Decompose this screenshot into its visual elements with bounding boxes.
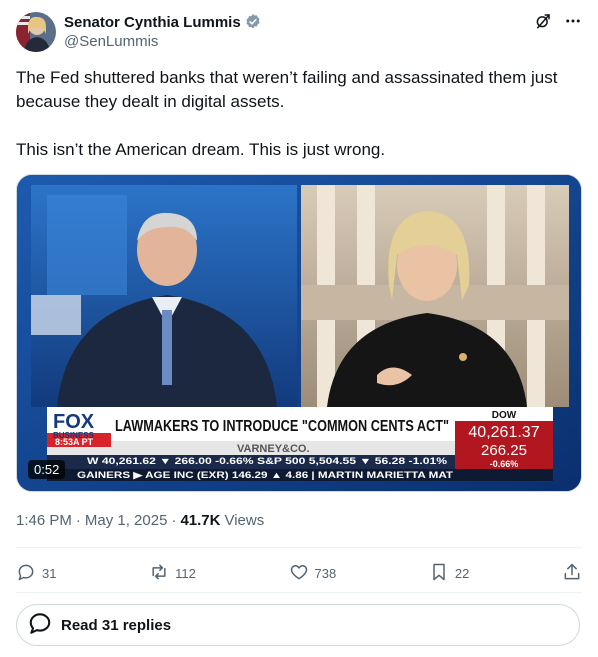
- reply-button[interactable]: 31: [16, 562, 56, 585]
- read-replies-button[interactable]: Read 31 replies: [16, 604, 580, 646]
- bookmark-count: 22: [454, 565, 470, 581]
- index-change: 266.25: [481, 442, 527, 459]
- avatar[interactable]: [16, 12, 56, 52]
- like-button[interactable]: 738: [289, 562, 337, 585]
- share-icon: [562, 562, 582, 585]
- bookmark-icon: [429, 562, 449, 585]
- tweet-meta: 1:46 PM · May 1, 2025 · 41.7K Views: [16, 512, 264, 529]
- ticker-time: 8:53A PT: [55, 437, 94, 447]
- index-label: DOW: [492, 410, 517, 421]
- video-frame: FOX BUSINESS 8:53A PT LAWMAKERS TO INTRO…: [17, 175, 581, 491]
- ticker-row2: GAINERS ▶ AGE INC (EXR) 146.29 ▲ 4.86 | …: [77, 470, 454, 480]
- tweet-paragraph: The Fed shuttered banks that weren’t fai…: [16, 68, 558, 111]
- divider: [16, 547, 582, 548]
- reply-count: 31: [42, 565, 57, 581]
- tweet-time[interactable]: 1:46 PM: [16, 512, 72, 529]
- speech-bubble-icon: [27, 610, 53, 641]
- index-value: 40,261.37: [468, 424, 539, 441]
- share-button[interactable]: [562, 562, 582, 585]
- ticker-headline: LAWMAKERS TO INTRODUCE "COMMON CENTS ACT…: [115, 418, 449, 435]
- action-bar: 31 112 738 22: [16, 558, 582, 588]
- tweet-date[interactable]: May 1, 2025: [85, 512, 168, 529]
- show-name: VARNEY&CO.: [237, 443, 310, 455]
- network-logo: FOX: [53, 411, 95, 433]
- heart-icon: [289, 562, 309, 585]
- video-duration: 0:52: [28, 460, 66, 479]
- like-count: 738: [314, 565, 337, 581]
- reply-icon: [16, 562, 36, 585]
- separator-dot: ·: [171, 512, 177, 529]
- ticker-row1: W 40,261.62 ▼ 266.00 -0.66% S&P 500 5,50…: [87, 456, 447, 466]
- author-handle[interactable]: @SenLummis: [64, 33, 158, 50]
- grok-icon[interactable]: [534, 12, 552, 35]
- repost-icon: [149, 562, 169, 585]
- separator-dot: ·: [75, 512, 81, 529]
- repost-count: 112: [175, 565, 196, 581]
- views-count: 41.7K: [180, 512, 221, 529]
- divider: [16, 592, 582, 593]
- repost-button[interactable]: 112: [149, 562, 196, 585]
- more-options-icon[interactable]: [564, 12, 582, 35]
- views-label: Views: [224, 512, 265, 529]
- read-replies-label: Read 31 replies: [61, 616, 172, 634]
- author-name[interactable]: Senator Cynthia Lummis: [64, 14, 241, 31]
- author-name-row[interactable]: Senator Cynthia Lummis: [64, 12, 262, 32]
- tweet-paragraph: This isn’t the American dream. This is j…: [16, 140, 386, 159]
- verified-badge-icon: [244, 13, 262, 31]
- video-player[interactable]: FOX BUSINESS 8:53A PT LAWMAKERS TO INTRO…: [16, 174, 582, 492]
- index-pct: -0.66%: [490, 459, 519, 469]
- tweet-text: The Fed shuttered banks that weren’t fai…: [16, 66, 582, 162]
- bookmark-button[interactable]: 22: [429, 562, 469, 585]
